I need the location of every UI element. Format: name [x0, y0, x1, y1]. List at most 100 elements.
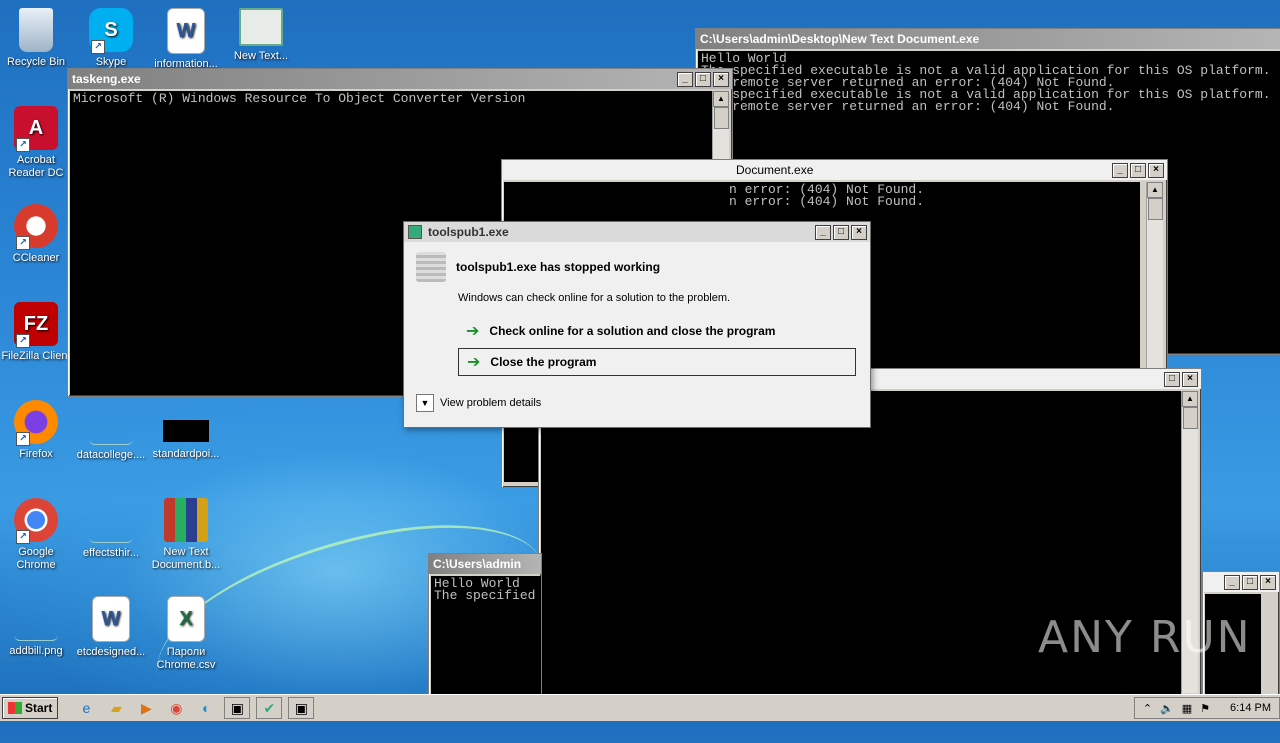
- check-online-option[interactable]: ➔ Check online for a solution and close …: [458, 318, 858, 344]
- scroll-up-arrow-icon[interactable]: ▲: [713, 91, 729, 107]
- windows-logo-icon: [8, 702, 22, 714]
- close-button[interactable]: ×: [851, 224, 867, 240]
- desktop-icon-label: FileZilla Client: [1, 350, 71, 362]
- desktop-icon-addbill[interactable]: addbill.png: [0, 596, 72, 658]
- exe-window-icon: [239, 8, 283, 46]
- error-dialog[interactable]: toolspub1.exe _ □ × toolspub1.exe has st…: [403, 221, 871, 428]
- maximize-button[interactable]: □: [1164, 371, 1180, 387]
- scroll-thumb[interactable]: [714, 107, 729, 129]
- scroll-thumb[interactable]: [1148, 198, 1163, 220]
- maximize-button[interactable]: □: [833, 224, 849, 240]
- console-taskbar-icon[interactable]: ▣: [224, 697, 251, 719]
- maximize-button[interactable]: □: [695, 71, 711, 87]
- image-file-icon: [14, 596, 58, 641]
- desktop-icon-chrome[interactable]: ↗ Google Chrome: [0, 498, 72, 572]
- acrobat-icon: A ↗: [14, 106, 58, 152]
- dialog-title: toolspub1.exe: [428, 225, 509, 239]
- word-doc-icon: W: [167, 8, 205, 54]
- filezilla-icon: FZ ↗: [14, 302, 58, 348]
- volume-icon[interactable]: 🔈: [1160, 702, 1174, 715]
- desktop-icon-label: standardpoi...: [152, 448, 220, 460]
- close-button[interactable]: ×: [1260, 574, 1276, 590]
- desktop-icon-standardpoi[interactable]: standardpoi...: [150, 400, 222, 461]
- system-tray: ⌃ 🔈 ▦ ⚑ 6:14 PM: [1133, 697, 1280, 719]
- scroll-thumb[interactable]: [1183, 407, 1198, 429]
- blank-file-icon: [89, 400, 133, 445]
- ie-icon[interactable]: e: [74, 698, 98, 718]
- desktop-icon-effectsthir[interactable]: effectsthir...: [75, 498, 147, 560]
- option-label: Close the program: [490, 355, 597, 369]
- media-player-icon[interactable]: ▶: [134, 698, 158, 718]
- desktop-icon-label: Google Chrome: [16, 546, 56, 571]
- desktop-icon-label: Пароли Chrome.csv: [156, 646, 216, 671]
- desktop-icon-label: Acrobat Reader DC: [8, 154, 64, 179]
- console-output: Hello World The specified: [431, 576, 541, 694]
- network-icon[interactable]: ▦: [1182, 702, 1192, 715]
- folder-icon[interactable]: ▰: [104, 698, 128, 718]
- close-button[interactable]: ×: [713, 71, 729, 87]
- view-details-toggle[interactable]: ▼ View problem details: [416, 394, 858, 412]
- green-arrow-icon: ➔: [467, 354, 481, 371]
- crashed-app-icon: [416, 252, 446, 282]
- desktop-icon-new-text[interactable]: New Text...: [225, 8, 297, 63]
- desktop-icon-information[interactable]: W information...: [150, 8, 222, 71]
- chrome-icon[interactable]: ◉: [164, 698, 188, 718]
- chevron-down-icon: ▼: [416, 394, 434, 412]
- window-titlebar[interactable]: taskeng.exe _ □ ×: [68, 69, 732, 89]
- desktop-icon-chrome-passwords[interactable]: X Пароли Chrome.csv: [150, 596, 222, 672]
- green-arrow-icon: ➔: [466, 323, 480, 340]
- clock[interactable]: 6:14 PM: [1230, 702, 1271, 714]
- close-program-option[interactable]: ➔ Close the program: [458, 348, 856, 376]
- window-title: C:\Users\admin\Desktop\New Text Document…: [700, 32, 980, 46]
- window-titlebar[interactable]: C:\Users\admin: [429, 554, 541, 574]
- watermark: ANY RUN: [1038, 612, 1252, 663]
- desktop-icon-label: addbill.png: [9, 645, 63, 657]
- desktop-icon-acrobat[interactable]: A ↗ Acrobat Reader DC: [0, 106, 72, 180]
- desktop-icon-skype[interactable]: S ↗ Skype: [75, 8, 147, 69]
- window-titlebar[interactable]: _ □ ×: [1203, 572, 1279, 592]
- start-button[interactable]: Start: [2, 697, 59, 719]
- chevron-up-icon[interactable]: ⌃: [1143, 702, 1152, 715]
- flag-icon[interactable]: ⚑: [1200, 702, 1210, 715]
- ccleaner-icon: ↗: [14, 204, 58, 250]
- window-title: taskeng.exe: [72, 72, 141, 86]
- desktop-icon-datacollege[interactable]: datacollege....: [75, 400, 147, 462]
- toolspub-taskbar-icon[interactable]: ✔: [256, 697, 283, 719]
- desktop-icon-recycle-bin[interactable]: Recycle Bin: [0, 8, 72, 69]
- dialog-titlebar[interactable]: toolspub1.exe _ □ ×: [404, 222, 870, 242]
- window-taskbar-icon[interactable]: ▣: [288, 697, 315, 719]
- app-icon: [408, 225, 422, 239]
- console-window-small[interactable]: C:\Users\admin Hello World The specified: [428, 553, 542, 696]
- black-file-icon: [163, 420, 209, 442]
- close-button[interactable]: ×: [1148, 162, 1164, 178]
- desktop-icon-etcdesigned[interactable]: W etcdesigned...: [75, 596, 147, 659]
- desktop-icon-label: New Text Document.b...: [151, 546, 221, 571]
- desktop-icon-label: etcdesigned...: [76, 646, 146, 658]
- window-title: Document.exe: [736, 163, 814, 177]
- dialog-heading: toolspub1.exe has stopped working: [456, 260, 661, 274]
- taskbar: Start e ▰ ▶ ◉ ◐ ▣ ✔ ▣ ⌃ 🔈 ▦ ⚑ 6:14 PM: [0, 694, 1280, 721]
- desktop-icon-firefox[interactable]: ↗ Firefox: [0, 400, 72, 461]
- minimize-button[interactable]: _: [815, 224, 831, 240]
- dialog-body: toolspub1.exe has stopped working Window…: [404, 242, 870, 422]
- recycle-bin-icon: [19, 8, 53, 52]
- maximize-button[interactable]: □: [1242, 574, 1258, 590]
- minimize-button[interactable]: _: [677, 71, 693, 87]
- minimize-button[interactable]: _: [1112, 162, 1128, 178]
- scroll-up-arrow-icon[interactable]: ▲: [1182, 391, 1198, 407]
- start-label: Start: [25, 701, 53, 715]
- desktop-icon-ccleaner[interactable]: ↗ CCleaner: [0, 204, 72, 265]
- maximize-button[interactable]: □: [1130, 162, 1146, 178]
- scroll-up-arrow-icon[interactable]: ▲: [1147, 182, 1163, 198]
- desktop-icon-new-text-document-b[interactable]: New Text Document.b...: [150, 498, 222, 572]
- window-titlebar[interactable]: C:\Users\admin\Desktop\New Text Document…: [696, 29, 1280, 49]
- dialog-message: Windows can check online for a solution …: [458, 292, 731, 304]
- desktop-icon-filezilla[interactable]: FZ ↗ FileZilla Client: [0, 302, 72, 363]
- edge-icon[interactable]: ◐: [194, 698, 218, 718]
- excel-csv-icon: X: [167, 596, 205, 642]
- chrome-icon: ↗: [14, 498, 58, 544]
- desktop-icon-label: datacollege....: [76, 449, 146, 461]
- window-titlebar[interactable]: Document.exe _ □ ×: [502, 160, 1167, 180]
- close-button[interactable]: ×: [1182, 371, 1198, 387]
- minimize-button[interactable]: _: [1224, 574, 1240, 590]
